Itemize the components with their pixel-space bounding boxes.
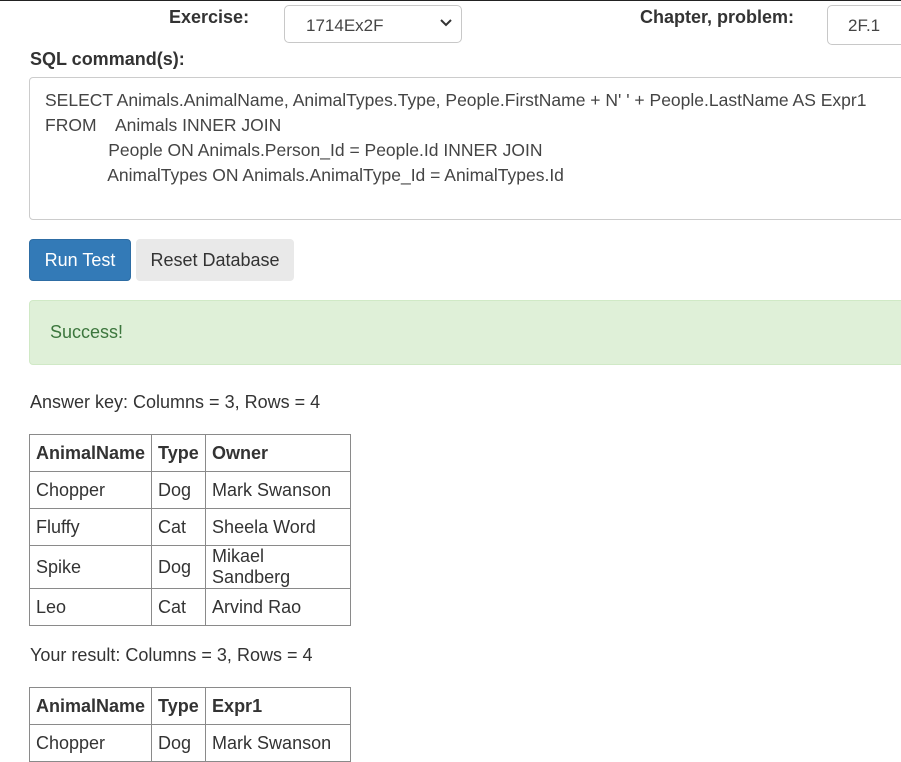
table-cell: Mark Swanson — [205, 471, 352, 509]
exercise-select[interactable]: 1714Ex2F — [284, 5, 462, 43]
column-header: AnimalName — [28, 687, 153, 725]
table-cell: Dog — [151, 545, 207, 589]
table-cell: Mikael Sandberg — [205, 545, 352, 589]
table-cell: Fluffy — [28, 508, 153, 546]
table-cell: Arvind Rao — [205, 588, 352, 626]
table-row: Leo Cat Arvind Rao — [28, 588, 352, 626]
answer-key-table: AnimalName Type Owner Chopper Dog Mark S… — [28, 434, 352, 626]
column-header: Type — [151, 434, 207, 472]
table-row: Chopper Dog Mark Swanson — [28, 471, 352, 509]
sql-line: People ON Animals.Person_Id = People.Id … — [45, 140, 543, 160]
answer-key-summary: Answer key: Columns = 3, Rows = 4 — [30, 392, 321, 412]
table-cell: Mark Swanson — [205, 724, 352, 762]
column-header: Type — [151, 687, 207, 725]
column-header: AnimalName — [28, 434, 153, 472]
sql-command-textarea[interactable]: SELECT Animals.AnimalName, AnimalTypes.T… — [29, 77, 901, 220]
table-row: Fluffy Cat Sheela Word — [28, 508, 352, 546]
table-cell: Sheela Word — [205, 508, 352, 546]
table-cell: Cat — [151, 508, 207, 546]
run-test-button[interactable]: Run Test — [29, 239, 131, 281]
sql-line: SELECT Animals.AnimalName, AnimalTypes.T… — [45, 90, 867, 110]
exercise-label: Exercise: — [169, 7, 250, 27]
table-header-row: AnimalName Type Owner — [28, 434, 352, 472]
chapter-problem-value: 2F.1 — [848, 16, 881, 35]
table-cell: Chopper — [28, 724, 153, 762]
column-header: Expr1 — [205, 687, 352, 725]
sql-command-label: SQL command(s): — [30, 49, 185, 69]
your-result-summary: Your result: Columns = 3, Rows = 4 — [30, 645, 313, 665]
top-border — [0, 0, 901, 1]
table-cell: Dog — [151, 724, 207, 762]
table-cell: Dog — [151, 471, 207, 509]
your-result-table: AnimalName Type Expr1 Chopper Dog Mark S… — [28, 687, 352, 762]
table-row: Spike Dog Mikael Sandberg — [28, 545, 352, 589]
reset-database-button[interactable]: Reset Database — [136, 239, 294, 281]
table-cell: Leo — [28, 588, 153, 626]
table-cell: Chopper — [28, 471, 153, 509]
success-message: Success! — [50, 322, 124, 342]
table-cell: Cat — [151, 588, 207, 626]
exercise-select-value: 1714Ex2F — [306, 16, 384, 35]
chapter-problem-label: Chapter, problem: — [640, 7, 795, 27]
sql-line: AnimalTypes ON Animals.AnimalType_Id = A… — [45, 165, 564, 185]
table-cell: Spike — [28, 545, 153, 589]
success-alert: Success! — [29, 300, 901, 365]
sql-line: FROM Animals INNER JOIN — [45, 115, 282, 135]
table-header-row: AnimalName Type Expr1 — [28, 687, 352, 725]
column-header: Owner — [205, 434, 352, 472]
table-row: Chopper Dog Mark Swanson — [28, 724, 352, 762]
chevron-down-icon — [440, 19, 452, 27]
chapter-problem-input[interactable]: 2F.1 — [827, 5, 901, 45]
